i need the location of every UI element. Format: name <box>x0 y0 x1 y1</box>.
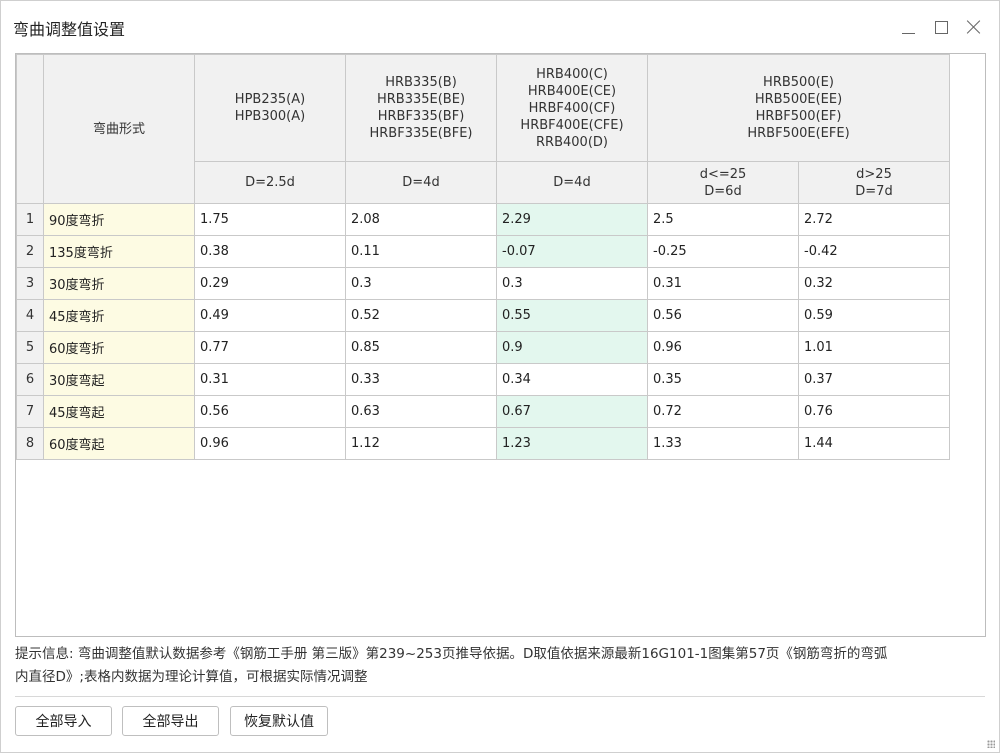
table-body: 1 90度弯折 1.75 2.08 2.29 2.5 2.72 2 135度弯折 0.38 0.11… <box>16 203 950 460</box>
table-row[interactable]: 3 30度弯折 0.29 0.3 0.3 0.31 0.32 <box>16 267 950 300</box>
adjust-table: 弯曲形式 HPB235(A) HPB300(A) HRB335(B) HRB33… <box>16 54 950 460</box>
bend-form-cell[interactable]: 60度弯折 <box>43 331 195 364</box>
value-cell[interactable]: 0.55 <box>496 299 648 332</box>
header-group-c: HRB400(C) HRB400E(CE) HRBF400(CF) HRBF40… <box>496 54 648 162</box>
value-cell[interactable]: 1.01 <box>798 331 950 364</box>
value-cell[interactable]: 0.32 <box>798 267 950 300</box>
value-cell[interactable]: 0.67 <box>496 395 648 428</box>
row-number[interactable]: 2 <box>16 235 44 268</box>
resize-grip[interactable] <box>987 740 995 748</box>
value-cell[interactable]: 0.56 <box>194 395 346 428</box>
value-cell[interactable]: -0.07 <box>496 235 648 268</box>
value-cell[interactable]: 0.3 <box>345 267 497 300</box>
value-cell[interactable]: 0.59 <box>798 299 950 332</box>
bend-form-cell[interactable]: 60度弯起 <box>43 427 195 460</box>
header-group-e: HRB500(E) HRB500E(EE) HRBF500(EF) HRBF50… <box>647 54 950 162</box>
value-cell[interactable]: 0.11 <box>345 235 497 268</box>
row-number[interactable]: 4 <box>16 299 44 332</box>
value-cell[interactable]: -0.42 <box>798 235 950 268</box>
bend-form-cell[interactable]: 45度弯起 <box>43 395 195 428</box>
table-row[interactable]: 5 60度弯折 0.77 0.85 0.9 0.96 1.01 <box>16 331 950 364</box>
row-number[interactable]: 8 <box>16 427 44 460</box>
value-cell[interactable]: 2.72 <box>798 203 950 236</box>
table-row[interactable]: 4 45度弯折 0.49 0.52 0.55 0.56 0.59 <box>16 299 950 332</box>
table-row[interactable]: 8 60度弯起 0.96 1.12 1.23 1.33 1.44 <box>16 427 950 460</box>
header-group-b: HRB335(B) HRB335E(BE) HRBF335(BF) HRBF33… <box>345 54 497 162</box>
value-cell[interactable]: 2.08 <box>345 203 497 236</box>
divider <box>15 696 985 697</box>
value-cell[interactable]: 1.75 <box>194 203 346 236</box>
maximize-icon <box>934 20 948 34</box>
value-cell[interactable]: 0.31 <box>194 363 346 396</box>
adjust-table-area[interactable]: 弯曲形式 HPB235(A) HPB300(A) HRB335(B) HRB33… <box>15 53 986 637</box>
close-button[interactable] <box>959 12 989 42</box>
value-cell[interactable]: 0.37 <box>798 363 950 396</box>
import-all-button[interactable]: 全部导入 <box>15 706 112 736</box>
restore-default-button[interactable]: 恢复默认值 <box>230 706 328 736</box>
value-cell[interactable]: 0.72 <box>647 395 799 428</box>
table-row[interactable]: 2 135度弯折 0.38 0.11 -0.07 -0.25 -0.42 <box>16 235 950 268</box>
subheader-d7: d>25 D=7d <box>798 161 950 204</box>
subheader-d6: d<=25 D=6d <box>647 161 799 204</box>
value-cell[interactable]: 1.23 <box>496 427 648 460</box>
minimize-icon <box>901 32 915 34</box>
value-cell[interactable]: 0.33 <box>345 363 497 396</box>
row-number[interactable]: 6 <box>16 363 44 396</box>
value-cell[interactable]: 2.5 <box>647 203 799 236</box>
value-cell[interactable]: 0.96 <box>647 331 799 364</box>
title-bar[interactable]: 弯曲调整值设置 <box>1 1 999 53</box>
row-number[interactable]: 7 <box>16 395 44 428</box>
corner-cell <box>16 54 44 204</box>
maximize-button[interactable] <box>926 12 956 42</box>
bend-adjust-dialog: 弯曲调整值设置 弯曲形式 HPB235(A) HPB300(A) HRB335(… <box>0 0 1000 753</box>
row-number[interactable]: 5 <box>16 331 44 364</box>
value-cell[interactable]: 0.85 <box>345 331 497 364</box>
row-number[interactable]: 1 <box>16 203 44 236</box>
value-cell[interactable]: 2.29 <box>496 203 648 236</box>
value-cell[interactable]: 1.33 <box>647 427 799 460</box>
hint-line-1: 提示信息: 弯曲调整值默认数据参考《钢筋工手册 第三版》第239~253页推导依… <box>15 646 888 662</box>
table-row[interactable]: 1 90度弯折 1.75 2.08 2.29 2.5 2.72 <box>16 203 950 236</box>
subheader-d25: D=2.5d <box>194 161 346 204</box>
value-cell[interactable]: 0.63 <box>345 395 497 428</box>
value-cell[interactable]: 0.29 <box>194 267 346 300</box>
bend-form-cell[interactable]: 30度弯折 <box>43 267 195 300</box>
value-cell[interactable]: 1.12 <box>345 427 497 460</box>
bend-form-cell[interactable]: 135度弯折 <box>43 235 195 268</box>
hint-line-2: 内直径D》;表格内数据为理论计算值，可根据实际情况调整 <box>15 669 368 685</box>
table-row[interactable]: 6 30度弯起 0.31 0.33 0.34 0.35 0.37 <box>16 363 950 396</box>
row-number[interactable]: 3 <box>16 267 44 300</box>
hint-text: 提示信息: 弯曲调整值默认数据参考《钢筋工手册 第三版》第239~253页推导依… <box>15 643 985 689</box>
header-group-a: HPB235(A) HPB300(A) <box>194 54 346 162</box>
minimize-button[interactable] <box>893 12 923 42</box>
bend-form-cell[interactable]: 30度弯起 <box>43 363 195 396</box>
value-cell[interactable]: 0.31 <box>647 267 799 300</box>
dialog-title: 弯曲调整值设置 <box>13 20 126 39</box>
bend-form-cell[interactable]: 45度弯折 <box>43 299 195 332</box>
bend-form-cell[interactable]: 90度弯折 <box>43 203 195 236</box>
value-cell[interactable]: 0.76 <box>798 395 950 428</box>
value-cell[interactable]: 0.34 <box>496 363 648 396</box>
value-cell[interactable]: 0.56 <box>647 299 799 332</box>
value-cell[interactable]: 1.44 <box>798 427 950 460</box>
value-cell[interactable]: 0.77 <box>194 331 346 364</box>
value-cell[interactable]: 0.52 <box>345 299 497 332</box>
value-cell[interactable]: 0.38 <box>194 235 346 268</box>
subheader-d4-c: D=4d <box>496 161 648 204</box>
value-cell[interactable]: -0.25 <box>647 235 799 268</box>
value-cell[interactable]: 0.35 <box>647 363 799 396</box>
table-row[interactable]: 7 45度弯起 0.56 0.63 0.67 0.72 0.76 <box>16 395 950 428</box>
close-icon <box>967 20 981 34</box>
header-form: 弯曲形式 <box>43 54 195 204</box>
value-cell[interactable]: 0.49 <box>194 299 346 332</box>
value-cell[interactable]: 0.3 <box>496 267 648 300</box>
subheader-d4-b: D=4d <box>345 161 497 204</box>
export-all-button[interactable]: 全部导出 <box>122 706 219 736</box>
value-cell[interactable]: 0.9 <box>496 331 648 364</box>
value-cell[interactable]: 0.96 <box>194 427 346 460</box>
